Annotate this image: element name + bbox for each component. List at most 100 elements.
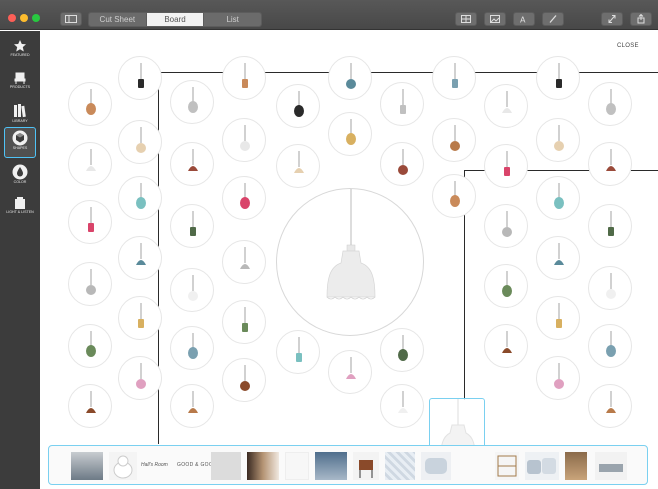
pendant-lamp-icon [240, 183, 250, 209]
pendant-swatch[interactable] [328, 350, 372, 394]
pendant-lamp-icon [398, 391, 408, 413]
tray-thumbnail[interactable] [353, 452, 379, 480]
pendant-swatch[interactable] [170, 326, 214, 370]
pendant-lamp-icon [346, 357, 356, 379]
pendant-lamp-icon [554, 363, 564, 389]
pendant-lamp-icon [294, 151, 304, 173]
tray-thumbnail[interactable] [211, 452, 241, 480]
tray-thumbnail[interactable] [495, 452, 519, 480]
pendant-swatch[interactable] [536, 56, 580, 100]
sidebar-item-products[interactable]: PRODUCTS [4, 69, 36, 99]
pendant-swatch[interactable] [170, 268, 214, 312]
pendant-swatch[interactable] [484, 204, 528, 248]
pendant-swatch[interactable] [170, 384, 214, 428]
pendant-swatch[interactable] [222, 300, 266, 344]
pendant-swatch[interactable] [170, 204, 214, 248]
tray-thumbnail[interactable] [109, 452, 137, 480]
minimize-window-button[interactable] [20, 14, 28, 22]
pendant-swatch[interactable] [222, 56, 266, 100]
tray-thumbnail[interactable] [247, 452, 279, 480]
pendant-swatch[interactable] [170, 142, 214, 186]
pendant-swatch[interactable] [276, 84, 320, 128]
pendant-swatch[interactable] [432, 118, 476, 162]
tab-board[interactable]: Board [145, 13, 204, 26]
pendant-swatch[interactable] [588, 82, 632, 126]
pendant-swatch[interactable] [118, 296, 162, 340]
pendant-swatch[interactable] [170, 80, 214, 124]
pendant-swatch[interactable] [380, 384, 424, 428]
pendant-swatch[interactable] [222, 358, 266, 402]
pendant-swatch[interactable] [118, 176, 162, 220]
pendant-swatch[interactable] [588, 324, 632, 368]
sidebar-item-shapes[interactable]: SHAPES [4, 127, 36, 158]
pendant-swatch[interactable] [68, 82, 112, 126]
pen-button[interactable] [542, 12, 564, 26]
pendant-swatch[interactable] [68, 200, 112, 244]
tray-thumbnail[interactable] [315, 452, 347, 480]
zoom-window-button[interactable] [32, 14, 40, 22]
pendant-swatch[interactable] [68, 142, 112, 186]
pendant-swatch[interactable] [328, 112, 372, 156]
image-button[interactable] [484, 12, 506, 26]
table-icon [599, 464, 623, 472]
pendant-swatch[interactable] [328, 56, 372, 100]
grid-view-button[interactable] [455, 12, 477, 26]
grid-icon [461, 15, 471, 23]
close-button[interactable]: CLOSE [617, 43, 639, 49]
text-button[interactable]: A [513, 12, 535, 26]
sidebar-item-light-listen[interactable]: LIGHT & LISTEN [4, 194, 36, 224]
sidebar-item-color[interactable]: COLOR [4, 162, 36, 192]
tray-thumbnail[interactable] [595, 452, 627, 480]
pendant-swatch[interactable] [68, 262, 112, 306]
pendant-swatch[interactable] [276, 144, 320, 188]
pendant-lamp-icon [240, 365, 250, 391]
share-button[interactable] [630, 12, 652, 26]
pendant-swatch[interactable] [380, 142, 424, 186]
pendant-swatch[interactable] [588, 142, 632, 186]
pendant-swatch[interactable] [536, 118, 580, 162]
tray-thumbnail[interactable] [565, 452, 587, 480]
pendant-swatch[interactable] [484, 264, 528, 308]
sidebar-toggle-button[interactable] [60, 12, 82, 26]
pendant-swatch[interactable] [68, 324, 112, 368]
pendant-swatch[interactable] [68, 384, 112, 428]
tab-list[interactable]: List [203, 13, 261, 26]
pendant-lamp-icon [554, 243, 564, 265]
pendant-lamp-icon [606, 273, 616, 299]
pendant-swatch[interactable] [536, 176, 580, 220]
pendant-swatch[interactable] [222, 240, 266, 284]
pendant-swatch[interactable] [536, 296, 580, 340]
pendant-swatch[interactable] [432, 174, 476, 218]
tab-cut-sheet[interactable]: Cut Sheet [89, 13, 146, 26]
pendant-lamp-icon [86, 331, 96, 357]
pendant-swatch[interactable] [380, 82, 424, 126]
tray-thumbnail[interactable] [421, 452, 451, 480]
pendant-swatch[interactable] [484, 84, 528, 128]
pendant-swatch[interactable] [432, 56, 476, 100]
pendant-swatch[interactable] [588, 384, 632, 428]
pendant-swatch[interactable] [222, 176, 266, 220]
pendant-swatch[interactable] [588, 266, 632, 310]
pendant-swatch[interactable] [118, 120, 162, 164]
pendant-lamp-icon [556, 303, 562, 328]
tray-thumbnail[interactable] [285, 452, 309, 480]
pendant-swatch[interactable] [118, 236, 162, 280]
tray-thumbnail[interactable] [525, 452, 559, 480]
featured-pendant-circle[interactable] [276, 188, 424, 336]
sidebar-item-featured[interactable]: FEATURED [4, 37, 36, 67]
pendant-lamp-icon [86, 149, 96, 171]
tray-thumbnail[interactable] [71, 452, 103, 480]
pendant-swatch[interactable] [484, 144, 528, 188]
tray-thumbnail[interactable] [385, 452, 415, 480]
pendant-swatch[interactable] [536, 356, 580, 400]
pendant-swatch[interactable] [118, 56, 162, 100]
pendant-swatch[interactable] [536, 236, 580, 280]
pendant-swatch[interactable] [118, 356, 162, 400]
fullscreen-button[interactable] [601, 12, 623, 26]
pillows-icon [527, 458, 556, 474]
pendant-swatch[interactable] [222, 118, 266, 162]
pendant-swatch[interactable] [484, 324, 528, 368]
pendant-lamp-icon [136, 363, 146, 389]
close-window-button[interactable] [8, 14, 16, 22]
pendant-swatch[interactable] [588, 204, 632, 248]
